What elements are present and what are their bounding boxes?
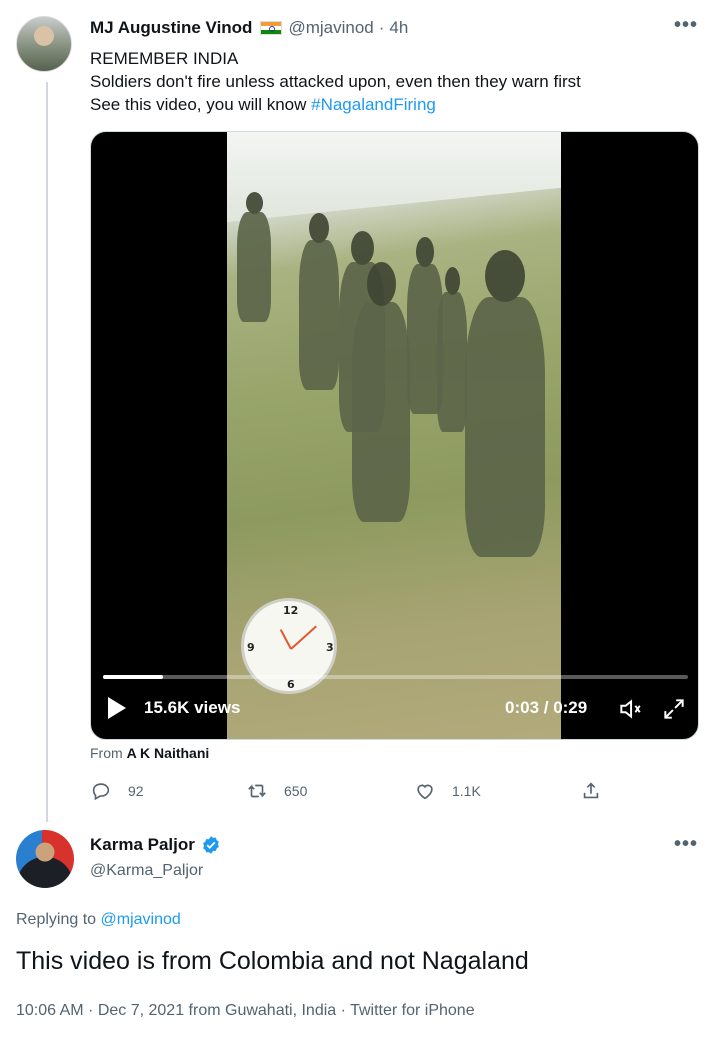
- tweet-line-3-text: See this video, you will know: [90, 95, 312, 114]
- retweet-button[interactable]: 650: [246, 780, 307, 802]
- fullscreen-icon[interactable]: [661, 696, 687, 722]
- more-options-icon[interactable]: •••: [674, 833, 698, 856]
- tweet-header: MJ Augustine Vinod @mjavinod · 4h: [90, 18, 408, 38]
- view-count: 15.6K views: [144, 698, 241, 717]
- hashtag-link[interactable]: #NagalandFiring: [311, 95, 436, 114]
- volume-muted-icon[interactable]: [617, 696, 643, 722]
- video-attribution: From A K Naithani: [90, 745, 209, 761]
- video-time: 0:03 / 0:29: [505, 698, 588, 717]
- tweet-actions: 92 650 1.1K: [90, 780, 610, 804]
- tweet-line-3: See this video, you will know #NagalandF…: [90, 93, 581, 116]
- tweet-text: REMEMBER INDIA Soldiers don't fire unles…: [90, 47, 581, 116]
- replying-to: Replying to @mjavinod: [16, 911, 181, 929]
- attribution-label: From: [90, 745, 127, 761]
- mention-link[interactable]: @mjavinod: [101, 911, 181, 928]
- like-button[interactable]: 1.1K: [414, 780, 481, 802]
- share-button[interactable]: [580, 780, 602, 802]
- tweet-age[interactable]: 4h: [389, 18, 408, 38]
- video-player[interactable]: 12 3 6 9 15.6K views 0:03 / 0:29: [90, 131, 699, 740]
- clock-watermark: 12 3 6 9: [241, 598, 337, 694]
- share-icon: [583, 782, 599, 799]
- avatar[interactable]: [16, 16, 72, 72]
- author-handle[interactable]: @mjavinod: [288, 18, 373, 38]
- reply-author-row: Karma Paljor: [90, 835, 221, 855]
- retweet-count: 650: [284, 783, 308, 799]
- like-count: 1.1K: [452, 783, 481, 799]
- reply-icon: [92, 783, 110, 801]
- attribution-name[interactable]: A K Naithani: [127, 745, 210, 761]
- thread-connector-line: [46, 82, 48, 822]
- video-controls: 15.6K views 0:03 / 0:29: [91, 694, 698, 730]
- reply-text: This video is from Colombia and not Naga…: [16, 947, 529, 975]
- tweet-line-2: Soldiers don't fire unless attacked upon…: [90, 72, 581, 91]
- reply-author-handle[interactable]: @Karma_Paljor: [90, 862, 221, 880]
- video-scrubber[interactable]: [103, 675, 688, 679]
- reply-author-name[interactable]: Karma Paljor: [90, 835, 195, 855]
- separator-dot: ·: [378, 18, 385, 37]
- india-flag-icon: [260, 21, 283, 35]
- tweet-line-1: REMEMBER INDIA: [90, 49, 239, 68]
- verified-badge-icon: [203, 836, 219, 854]
- heart-icon: [417, 784, 433, 800]
- avatar[interactable]: [16, 830, 74, 888]
- reply-timestamp[interactable]: 10:06 AM · Dec 7, 2021 from Guwahati, In…: [16, 1002, 475, 1020]
- more-options-icon[interactable]: •••: [674, 14, 698, 37]
- author-name[interactable]: MJ Augustine Vinod: [90, 18, 252, 38]
- retweet-icon: [248, 784, 266, 798]
- replying-to-label: Replying to: [16, 911, 101, 928]
- reply-header: Karma Paljor @Karma_Paljor: [90, 835, 221, 880]
- reply-button[interactable]: 92: [90, 780, 144, 802]
- play-icon[interactable]: [108, 697, 126, 719]
- reply-count: 92: [128, 783, 144, 799]
- video-progress-fill: [103, 675, 164, 679]
